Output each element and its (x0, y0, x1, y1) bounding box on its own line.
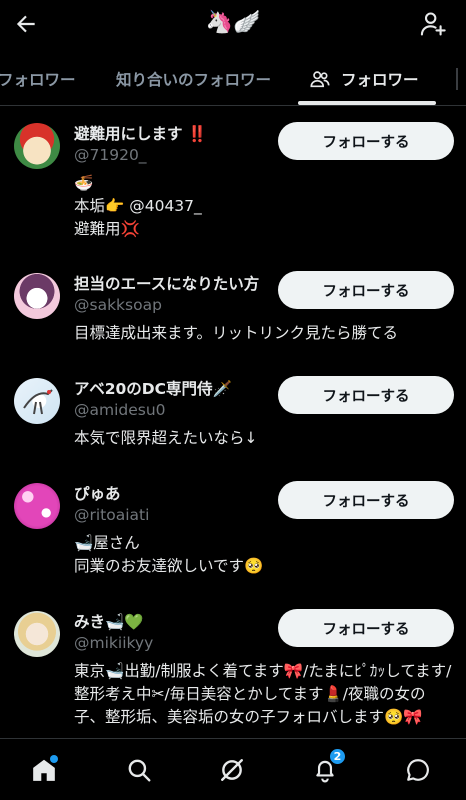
bio-line: 🍜 (74, 174, 94, 192)
user-bio: 本気で限界超えたいなら↓ (74, 427, 454, 450)
bottom-navigation: 2 (0, 738, 466, 800)
follow-button[interactable]: フォローする (278, 376, 454, 414)
nav-home[interactable] (27, 753, 61, 787)
follow-button[interactable]: フォローする (278, 271, 454, 309)
search-icon (128, 759, 151, 782)
user-handle: @mikiikyy (74, 634, 154, 652)
unread-dot (50, 755, 58, 763)
avatar[interactable] (14, 378, 60, 424)
tab-overflow-indicator (456, 68, 458, 90)
grok-icon (221, 759, 243, 781)
user-bio: 目標達成出来ます。リットリンク見たら勝てる (74, 322, 454, 345)
nav-messages[interactable] (401, 753, 435, 787)
user-cell[interactable]: 避難用にします ‼️ @71920_ 🍜 本垢👉 @40437_ 避難用💢 フォ… (0, 106, 466, 256)
avatar[interactable] (14, 483, 60, 529)
tab-label: フォロワー (0, 70, 76, 89)
header-title: 🦄🪽 (205, 10, 261, 35)
tab-bar: フォロワー 知り合いのフォロワー フォロワー (0, 52, 466, 106)
following-list: 避難用にします ‼️ @71920_ 🍜 本垢👉 @40437_ 避難用💢 フォ… (0, 106, 466, 738)
tab-followers[interactable]: フォロワー (0, 52, 76, 105)
bio-line: 本気で限界超えたいなら↓ (74, 429, 258, 447)
user-bio: 🛁屋さん 同業のお友達欲しいです🥺 (74, 532, 454, 578)
user-cell[interactable]: みき🛁💚 @mikiikyy 東京🛁出勤/制服よく着てます🎀/たまにﾋﾟｶｯして… (0, 594, 466, 738)
user-name: ぴゅあ (74, 485, 121, 503)
user-bio: 東京🛁出勤/制服よく着てます🎀/たまにﾋﾟｶｯしてます/整形考え中✂︎/毎日美容… (74, 660, 454, 729)
nav-search[interactable] (122, 753, 156, 787)
nav-notifications[interactable]: 2 (308, 747, 347, 787)
avatar[interactable] (14, 611, 60, 657)
notification-badge: 2 (328, 747, 347, 766)
bio-line: 同業のお友達欲しいです🥺 (74, 557, 264, 575)
user-bio: 🍜 本垢👉 @40437_ 避難用💢 (74, 172, 454, 241)
user-cell[interactable]: アベ20のDC専門侍🗡️ @amidesu0 本気で限界超えたいなら↓ フォロー… (0, 361, 466, 465)
bio-line: 本垢👉 @40437_ (74, 197, 202, 215)
bio-line: 目標達成出来ます。リットリンク見たら勝てる (74, 324, 398, 342)
follow-button[interactable]: フォローする (278, 609, 454, 647)
avatar[interactable] (14, 123, 60, 169)
tab-followers-you-know[interactable]: 知り合いのフォロワー (116, 52, 271, 105)
user-name: 担当のエースになりたい方 (74, 275, 260, 293)
user-handle: @amidesu0 (74, 401, 166, 419)
user-cell[interactable]: 担当のエースになりたい方 @sakksoap 目標達成出来ます。リットリンク見た… (0, 256, 466, 356)
nav-grok[interactable] (215, 753, 249, 787)
add-user-icon (420, 12, 446, 36)
crane-image (23, 389, 53, 415)
bio-line: 🛁屋さん (74, 534, 140, 552)
avatar[interactable] (14, 273, 60, 319)
user-cell[interactable]: ぴゅあ @ritoaiati 🛁屋さん 同業のお友達欲しいです🥺 フォローする (0, 466, 466, 594)
follow-button[interactable]: フォローする (278, 122, 454, 160)
bio-line: 東京🛁出勤/制服よく着てます🎀/たまにﾋﾟｶｯしてます/整形考え中✂︎/毎日美容… (74, 662, 452, 726)
tab-label: 知り合いのフォロワー (116, 70, 272, 89)
message-icon (407, 759, 429, 781)
active-tab-indicator (298, 101, 436, 105)
follow-button[interactable]: フォローする (278, 481, 454, 519)
tab-following[interactable]: フォロワー (309, 52, 419, 105)
user-handle: @71920_ (74, 146, 147, 164)
user-name: アベ20のDC専門侍🗡️ (74, 380, 232, 398)
add-user-button[interactable] (416, 7, 450, 41)
header: 🦄🪽 (0, 0, 466, 52)
user-name: みき🛁💚 (74, 613, 144, 631)
people-icon (310, 70, 330, 87)
bio-line: 避難用💢 (74, 220, 140, 238)
user-handle: @sakksoap (74, 296, 162, 314)
tab-label: フォロワー (341, 70, 419, 89)
user-name: 避難用にします ‼️ (74, 125, 208, 143)
user-handle: @ritoaiati (74, 506, 150, 524)
